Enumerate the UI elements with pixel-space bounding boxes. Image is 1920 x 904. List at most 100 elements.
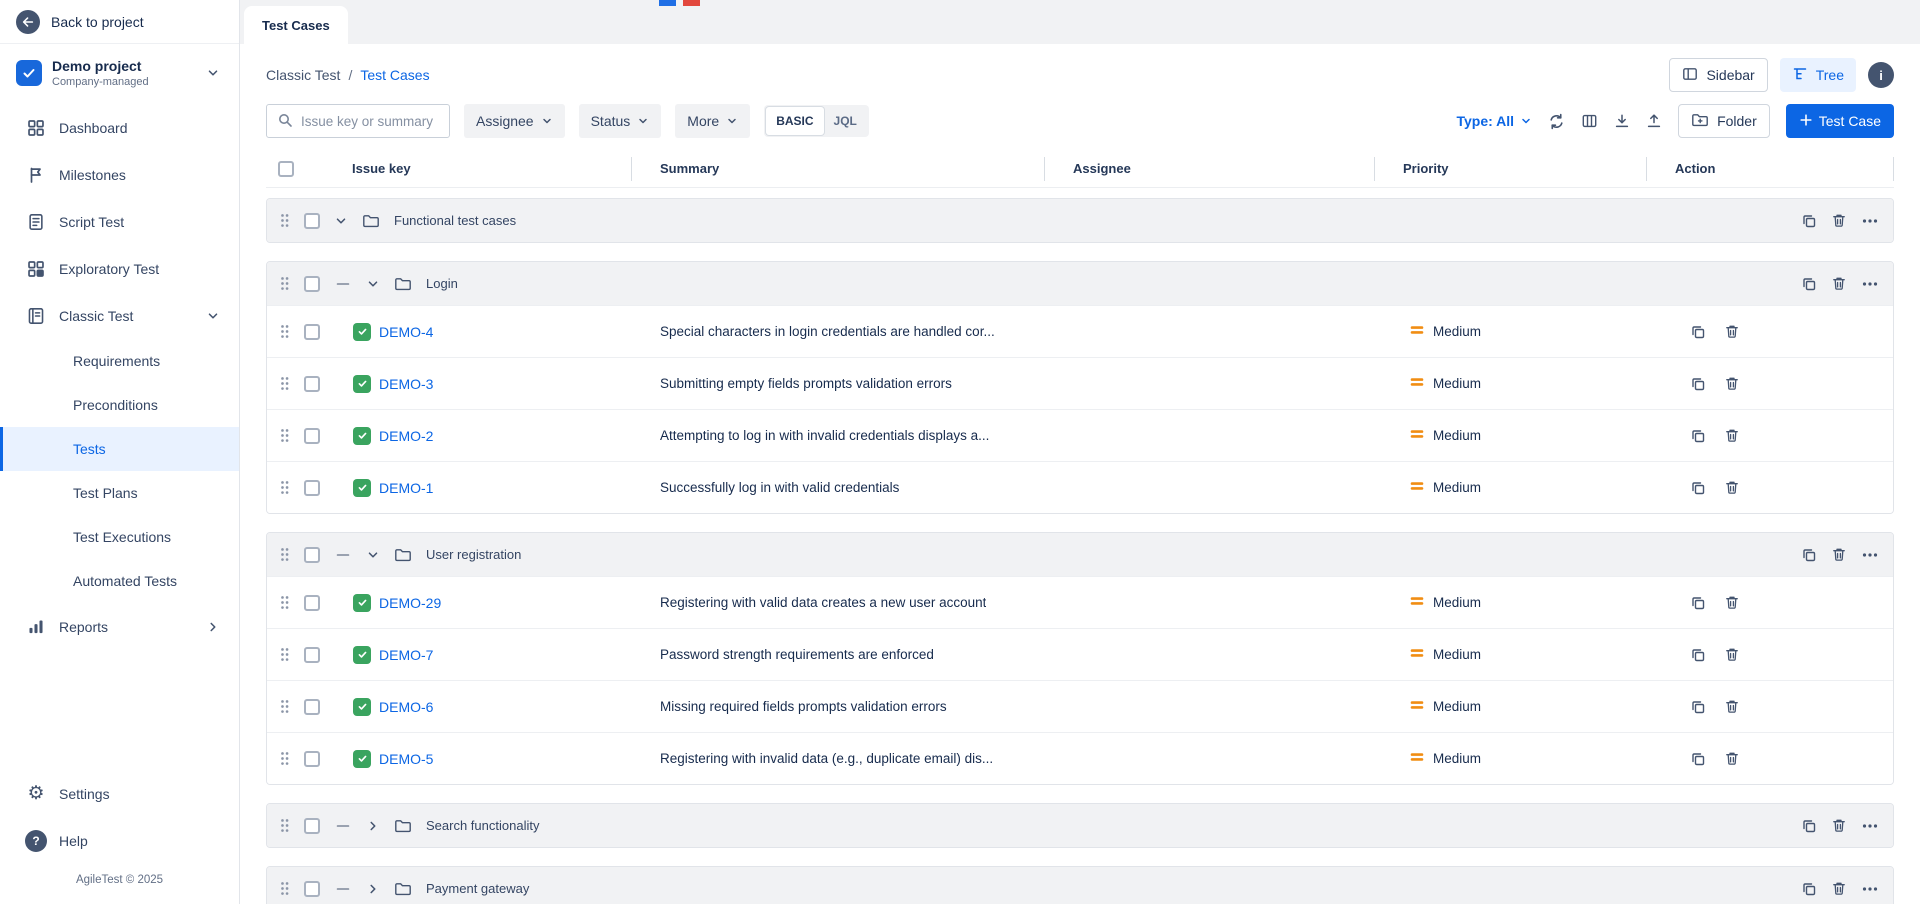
- sidebar-item-preconditions[interactable]: Preconditions: [0, 383, 239, 427]
- more-actions-icon[interactable]: [1861, 547, 1879, 563]
- copy-icon[interactable]: [1801, 213, 1817, 229]
- sidebar-item-script-test[interactable]: Script Test: [0, 198, 239, 245]
- more-filter[interactable]: More: [675, 104, 750, 138]
- row-checkbox[interactable]: [304, 647, 320, 663]
- project-switcher[interactable]: Demo project Company-managed: [0, 44, 239, 98]
- issue-key-link[interactable]: DEMO-3: [379, 376, 433, 392]
- copy-icon[interactable]: [1690, 647, 1706, 663]
- drag-handle-icon[interactable]: [279, 750, 290, 767]
- row-checkbox[interactable]: [304, 213, 320, 229]
- columns-icon[interactable]: [1581, 113, 1598, 129]
- row-checkbox[interactable]: [304, 324, 320, 340]
- row-checkbox[interactable]: [304, 699, 320, 715]
- sidebar-item-tests[interactable]: Tests: [0, 427, 239, 471]
- drag-handle-icon[interactable]: [279, 479, 290, 496]
- folder-expand-chevron[interactable]: [334, 214, 348, 228]
- sidebar-item-reports[interactable]: Reports: [0, 603, 239, 650]
- folder-row[interactable]: Functional test cases: [267, 199, 1893, 242]
- tree-view-button[interactable]: Tree: [1780, 58, 1856, 92]
- sidebar-item-classic-test[interactable]: Classic Test: [0, 292, 239, 339]
- folder-expand-chevron[interactable]: [366, 277, 380, 291]
- table-row[interactable]: DEMO-1 Successfully log in with valid cr…: [267, 461, 1893, 513]
- refresh-icon[interactable]: [1548, 113, 1565, 130]
- more-actions-icon[interactable]: [1861, 213, 1879, 229]
- drag-handle-icon[interactable]: [279, 546, 290, 563]
- drag-handle-icon[interactable]: [279, 275, 290, 292]
- delete-icon[interactable]: [1724, 375, 1740, 392]
- copy-icon[interactable]: [1801, 881, 1817, 897]
- table-row[interactable]: DEMO-29 Registering with valid data crea…: [267, 576, 1893, 628]
- folder-expand-chevron[interactable]: [366, 548, 380, 562]
- info-icon[interactable]: i: [1868, 62, 1894, 88]
- sidebar-toggle-button[interactable]: Sidebar: [1669, 58, 1767, 92]
- folder-expand-chevron[interactable]: [366, 819, 380, 833]
- row-checkbox[interactable]: [304, 480, 320, 496]
- table-row[interactable]: DEMO-7 Password strength requirements ar…: [267, 628, 1893, 680]
- table-row[interactable]: DEMO-4 Special characters in login crede…: [267, 305, 1893, 357]
- sidebar-item-settings[interactable]: ⚙ Settings: [0, 770, 239, 817]
- upload-icon[interactable]: [1646, 113, 1662, 129]
- drag-handle-icon[interactable]: [279, 375, 290, 392]
- sidebar-item-automated-tests[interactable]: Automated Tests: [0, 559, 239, 603]
- delete-icon[interactable]: [1724, 698, 1740, 715]
- drag-handle-icon[interactable]: [279, 880, 290, 897]
- copy-icon[interactable]: [1690, 595, 1706, 611]
- delete-icon[interactable]: [1831, 880, 1847, 897]
- assignee-filter[interactable]: Assignee: [464, 104, 565, 138]
- sidebar-item-milestones[interactable]: Milestones: [0, 151, 239, 198]
- basic-mode-button[interactable]: BASIC: [766, 107, 823, 135]
- create-test-case-button[interactable]: Test Case: [1786, 104, 1894, 138]
- copy-icon[interactable]: [1690, 376, 1706, 392]
- row-checkbox[interactable]: [304, 428, 320, 444]
- issue-key-link[interactable]: DEMO-4: [379, 324, 433, 340]
- copy-icon[interactable]: [1690, 428, 1706, 444]
- sidebar-item-exploratory-test[interactable]: Exploratory Test: [0, 245, 239, 292]
- delete-icon[interactable]: [1724, 323, 1740, 340]
- delete-icon[interactable]: [1724, 750, 1740, 767]
- folder-row[interactable]: User registration: [267, 533, 1893, 576]
- back-to-project[interactable]: Back to project: [0, 0, 239, 44]
- delete-icon[interactable]: [1724, 646, 1740, 663]
- drag-handle-icon[interactable]: [279, 594, 290, 611]
- delete-icon[interactable]: [1724, 594, 1740, 611]
- issue-key-link[interactable]: DEMO-6: [379, 699, 433, 715]
- issue-key-link[interactable]: DEMO-2: [379, 428, 433, 444]
- table-row[interactable]: DEMO-2 Attempting to log in with invalid…: [267, 409, 1893, 461]
- delete-icon[interactable]: [1831, 546, 1847, 563]
- delete-icon[interactable]: [1724, 479, 1740, 496]
- copy-icon[interactable]: [1690, 480, 1706, 496]
- delete-icon[interactable]: [1831, 817, 1847, 834]
- copy-icon[interactable]: [1801, 547, 1817, 563]
- copy-icon[interactable]: [1801, 276, 1817, 292]
- status-filter[interactable]: Status: [579, 104, 662, 138]
- drag-handle-icon[interactable]: [279, 323, 290, 340]
- issue-key-link[interactable]: DEMO-1: [379, 480, 433, 496]
- folder-button[interactable]: Folder: [1678, 104, 1770, 138]
- table-row[interactable]: DEMO-3 Submitting empty fields prompts v…: [267, 357, 1893, 409]
- table-row[interactable]: DEMO-5 Registering with invalid data (e.…: [267, 732, 1893, 784]
- drag-handle-icon[interactable]: [279, 646, 290, 663]
- more-actions-icon[interactable]: [1861, 276, 1879, 292]
- drag-handle-icon[interactable]: [279, 212, 290, 229]
- row-checkbox[interactable]: [304, 547, 320, 563]
- select-all-checkbox[interactable]: [278, 161, 294, 177]
- tab-test-cases[interactable]: Test Cases: [244, 6, 348, 44]
- drag-handle-icon[interactable]: [279, 817, 290, 834]
- row-checkbox[interactable]: [304, 376, 320, 392]
- more-actions-icon[interactable]: [1861, 881, 1879, 897]
- folder-row[interactable]: Login: [267, 262, 1893, 305]
- folder-row[interactable]: Payment gateway: [267, 867, 1893, 904]
- row-checkbox[interactable]: [304, 751, 320, 767]
- sidebar-item-requirements[interactable]: Requirements: [0, 339, 239, 383]
- delete-icon[interactable]: [1724, 427, 1740, 444]
- issue-key-link[interactable]: DEMO-7: [379, 647, 433, 663]
- table-row[interactable]: DEMO-6 Missing required fields prompts v…: [267, 680, 1893, 732]
- copy-icon[interactable]: [1690, 324, 1706, 340]
- delete-icon[interactable]: [1831, 212, 1847, 229]
- folder-expand-chevron[interactable]: [366, 882, 380, 896]
- more-actions-icon[interactable]: [1861, 818, 1879, 834]
- download-icon[interactable]: [1614, 113, 1630, 129]
- search-input[interactable]: [301, 114, 439, 129]
- row-checkbox[interactable]: [304, 595, 320, 611]
- row-checkbox[interactable]: [304, 276, 320, 292]
